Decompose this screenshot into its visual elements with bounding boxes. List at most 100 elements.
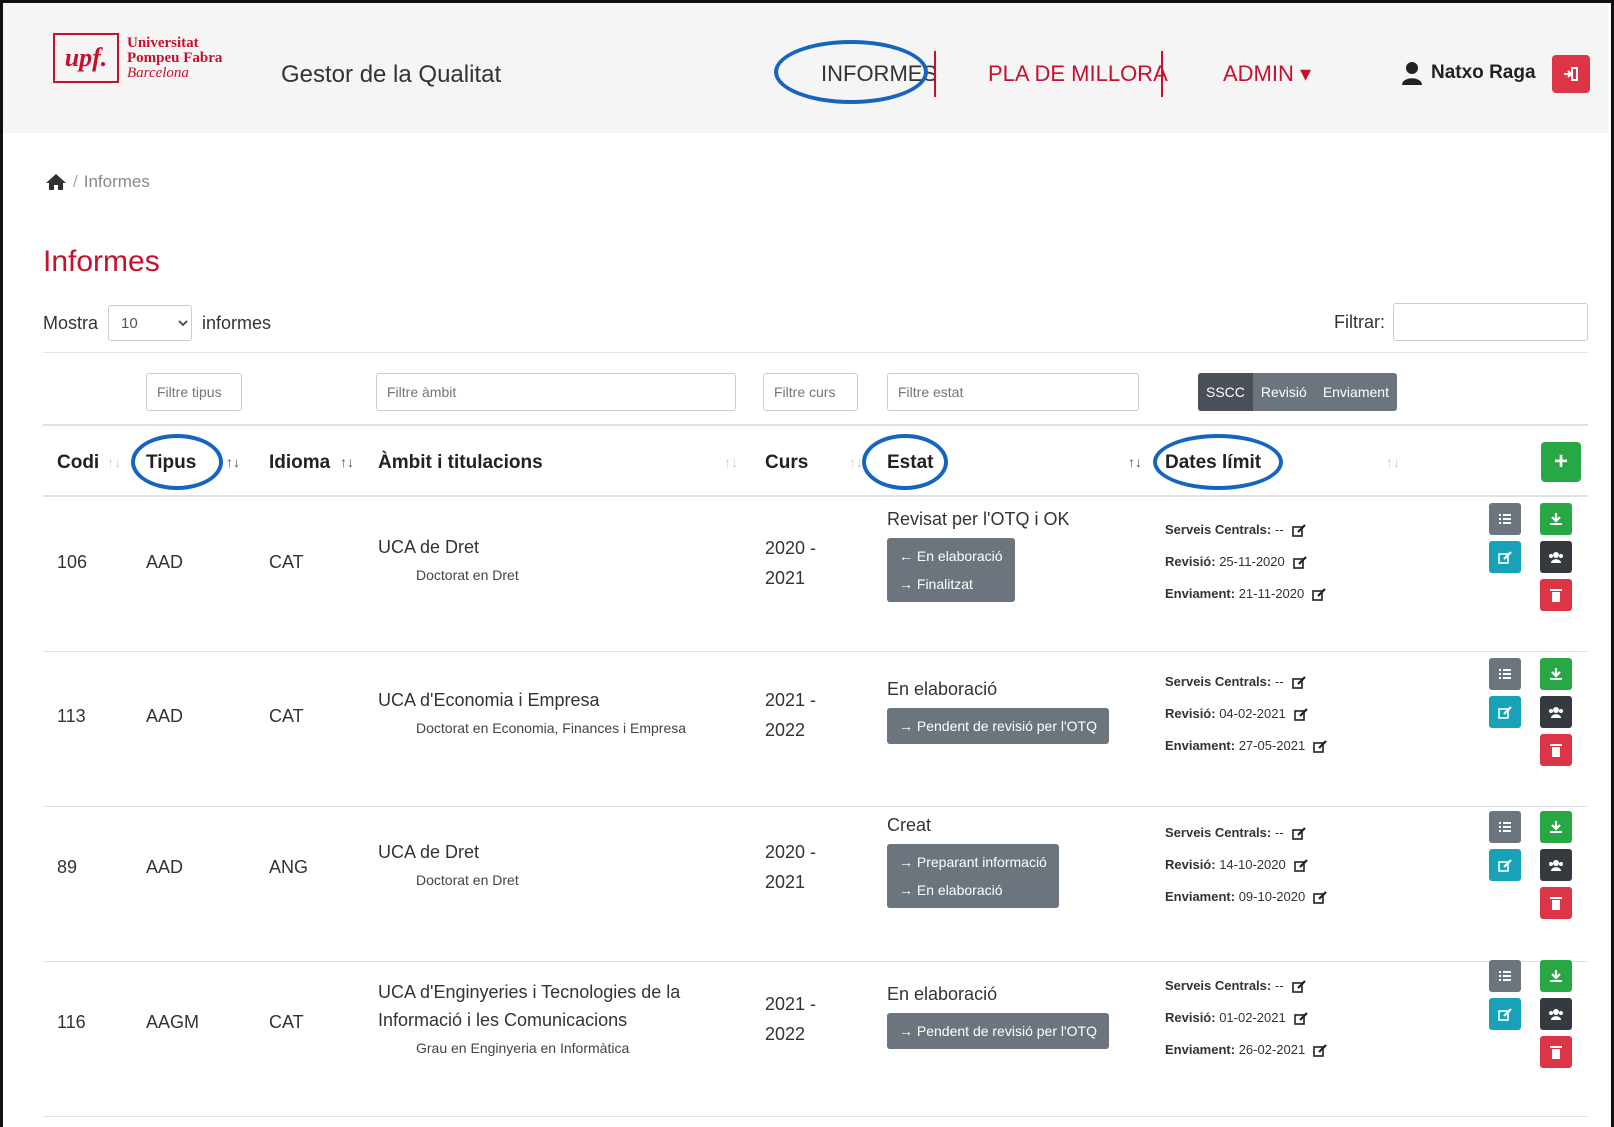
filter-curs-input[interactable] <box>763 373 858 411</box>
delete-button[interactable] <box>1540 734 1572 766</box>
details-button[interactable] <box>1489 658 1521 690</box>
logout-icon <box>1564 67 1578 81</box>
cell-curs: 2021 - 2022 <box>765 690 817 740</box>
col-curs[interactable]: Curs <box>765 452 808 474</box>
logo-text: Universitat Pompeu Fabra Barcelona <box>127 35 223 81</box>
download-button[interactable] <box>1540 658 1572 690</box>
seg-sscc[interactable]: SSCC <box>1198 373 1253 411</box>
sort-icon[interactable]: ↑↓ <box>340 454 354 470</box>
cell-codi: 113 <box>57 706 86 726</box>
logout-button[interactable] <box>1552 55 1590 93</box>
edit-button[interactable] <box>1489 696 1521 728</box>
edit-icon[interactable] <box>1293 1012 1308 1025</box>
estat-action-button[interactable]: → Pendent de revisió per l'OTQ <box>899 1017 1097 1045</box>
delete-button[interactable] <box>1540 887 1572 919</box>
users-button[interactable] <box>1540 541 1572 573</box>
edit-icon[interactable] <box>1291 676 1306 689</box>
col-estat[interactable]: Estat <box>887 452 933 474</box>
cell-curs: 2020 - 2021 <box>765 538 817 588</box>
seg-revisio[interactable]: Revisió <box>1253 373 1315 411</box>
sort-icon[interactable]: ↑↓ <box>1128 454 1142 470</box>
estat-label: En elaboració <box>887 679 998 699</box>
nav-separator <box>1161 51 1163 97</box>
edit-icon[interactable] <box>1291 524 1306 537</box>
details-button[interactable] <box>1489 960 1521 992</box>
users-button[interactable] <box>1540 849 1572 881</box>
filter-label: Filtrar: <box>1334 311 1385 332</box>
delete-button[interactable] <box>1540 579 1572 611</box>
edit-button[interactable] <box>1489 998 1521 1030</box>
cell-curs: 2021 - 2022 <box>765 994 817 1044</box>
col-codi[interactable]: Codi <box>57 452 99 474</box>
edit-icon[interactable] <box>1293 708 1308 721</box>
date-serveis: -- <box>1274 978 1284 993</box>
cell-tipus: AAD <box>146 552 184 572</box>
cell-codi: 116 <box>57 1012 86 1032</box>
filter-tipus-input[interactable] <box>146 373 242 411</box>
sort-icon[interactable]: ↑↓ <box>226 454 240 470</box>
edit-icon[interactable] <box>1313 740 1327 753</box>
details-button[interactable] <box>1489 811 1521 843</box>
sort-icon[interactable]: ↑↓ <box>107 454 121 470</box>
global-filter-input[interactable] <box>1393 303 1588 341</box>
details-button[interactable] <box>1489 503 1521 535</box>
edit-icon[interactable] <box>1312 588 1327 601</box>
users-button[interactable] <box>1540 696 1572 728</box>
ambit-name: UCA de Dret <box>378 537 480 557</box>
add-report-button[interactable]: + <box>1541 442 1581 482</box>
table-row: 113 AAD CAT UCA d'Economia i Empresa Doc… <box>43 652 1588 807</box>
breadcrumb-current: Informes <box>83 172 150 191</box>
edit-icon[interactable] <box>1292 556 1307 569</box>
cell-ambit: UCA d'Economia i Empresa Doctorat en Eco… <box>378 686 686 736</box>
nav-pla-millora[interactable]: PLA DE MILLORA <box>988 61 1168 87</box>
cell-tipus: AAD <box>146 857 184 877</box>
col-idioma[interactable]: Idioma <box>269 452 330 474</box>
estat-action-button[interactable]: → Finalitzat <box>899 570 1003 598</box>
edit-button[interactable] <box>1489 849 1521 881</box>
download-button[interactable] <box>1540 811 1572 843</box>
nav-informes[interactable]: INFORMES <box>821 61 937 87</box>
cell-idioma: CAT <box>269 1012 304 1032</box>
download-icon <box>1550 513 1562 525</box>
edit-icon[interactable] <box>1291 980 1306 993</box>
filter-ambit-input[interactable] <box>376 373 736 411</box>
date-enviament: 09-10-2020 <box>1238 889 1306 904</box>
edit-icon[interactable] <box>1291 827 1306 840</box>
download-button[interactable] <box>1540 503 1572 535</box>
edit-icon[interactable] <box>1293 859 1308 872</box>
logo-mark: upf. <box>53 33 119 83</box>
users-button[interactable] <box>1540 998 1572 1030</box>
user-menu[interactable]: Natxo Raga <box>1401 61 1536 85</box>
page-length-control: Mostra 10 informes <box>43 305 271 341</box>
logo-line2: Pompeu Fabra <box>127 49 223 66</box>
col-tipus[interactable]: Tipus <box>146 452 196 474</box>
nav-admin-dropdown[interactable]: ADMIN ▾ <box>1223 61 1311 87</box>
trash-icon <box>1550 589 1562 602</box>
edit-button[interactable] <box>1489 541 1521 573</box>
col-ambit[interactable]: Àmbit i titulacions <box>378 452 543 474</box>
sort-icon[interactable]: ↑↓ <box>1386 454 1400 470</box>
seg-enviament[interactable]: Enviament <box>1315 373 1397 411</box>
page-length-select[interactable]: 10 <box>108 305 193 341</box>
edit-icon <box>1498 858 1512 872</box>
download-button[interactable] <box>1540 960 1572 992</box>
edit-icon <box>1498 1007 1512 1021</box>
delete-button[interactable] <box>1540 1036 1572 1068</box>
cell-ambit: UCA de Dret Doctorat en Dret <box>378 838 519 888</box>
sort-icon[interactable]: ↑↓ <box>724 454 738 470</box>
edit-icon[interactable] <box>1313 1044 1327 1057</box>
estat-action-button[interactable]: → Pendent de revisió per l'OTQ <box>899 712 1097 740</box>
filter-estat-input[interactable] <box>887 373 1139 411</box>
ambit-name: UCA d'Enginyeries i Tecnologies de la <box>378 982 681 1002</box>
col-dates[interactable]: Dates límit <box>1165 452 1261 474</box>
home-icon[interactable] <box>45 173 67 191</box>
estat-action-button[interactable]: → En elaboració <box>899 876 1047 904</box>
titulacio-name: Grau en Enginyeria en Informàtica <box>416 1040 630 1056</box>
upf-logo[interactable]: upf. Universitat Pompeu Fabra Barcelona <box>53 33 222 83</box>
edit-icon[interactable] <box>1313 891 1327 904</box>
sort-icon[interactable]: ↑↓ <box>849 454 863 470</box>
estat-action-button[interactable]: → Preparant informació <box>899 848 1047 876</box>
estat-label: Creat <box>887 815 932 835</box>
table-row: 89 AAD ANG UCA de Dret Doctorat en Dret … <box>43 807 1588 962</box>
estat-action-button[interactable]: ← En elaboració <box>899 542 1003 570</box>
